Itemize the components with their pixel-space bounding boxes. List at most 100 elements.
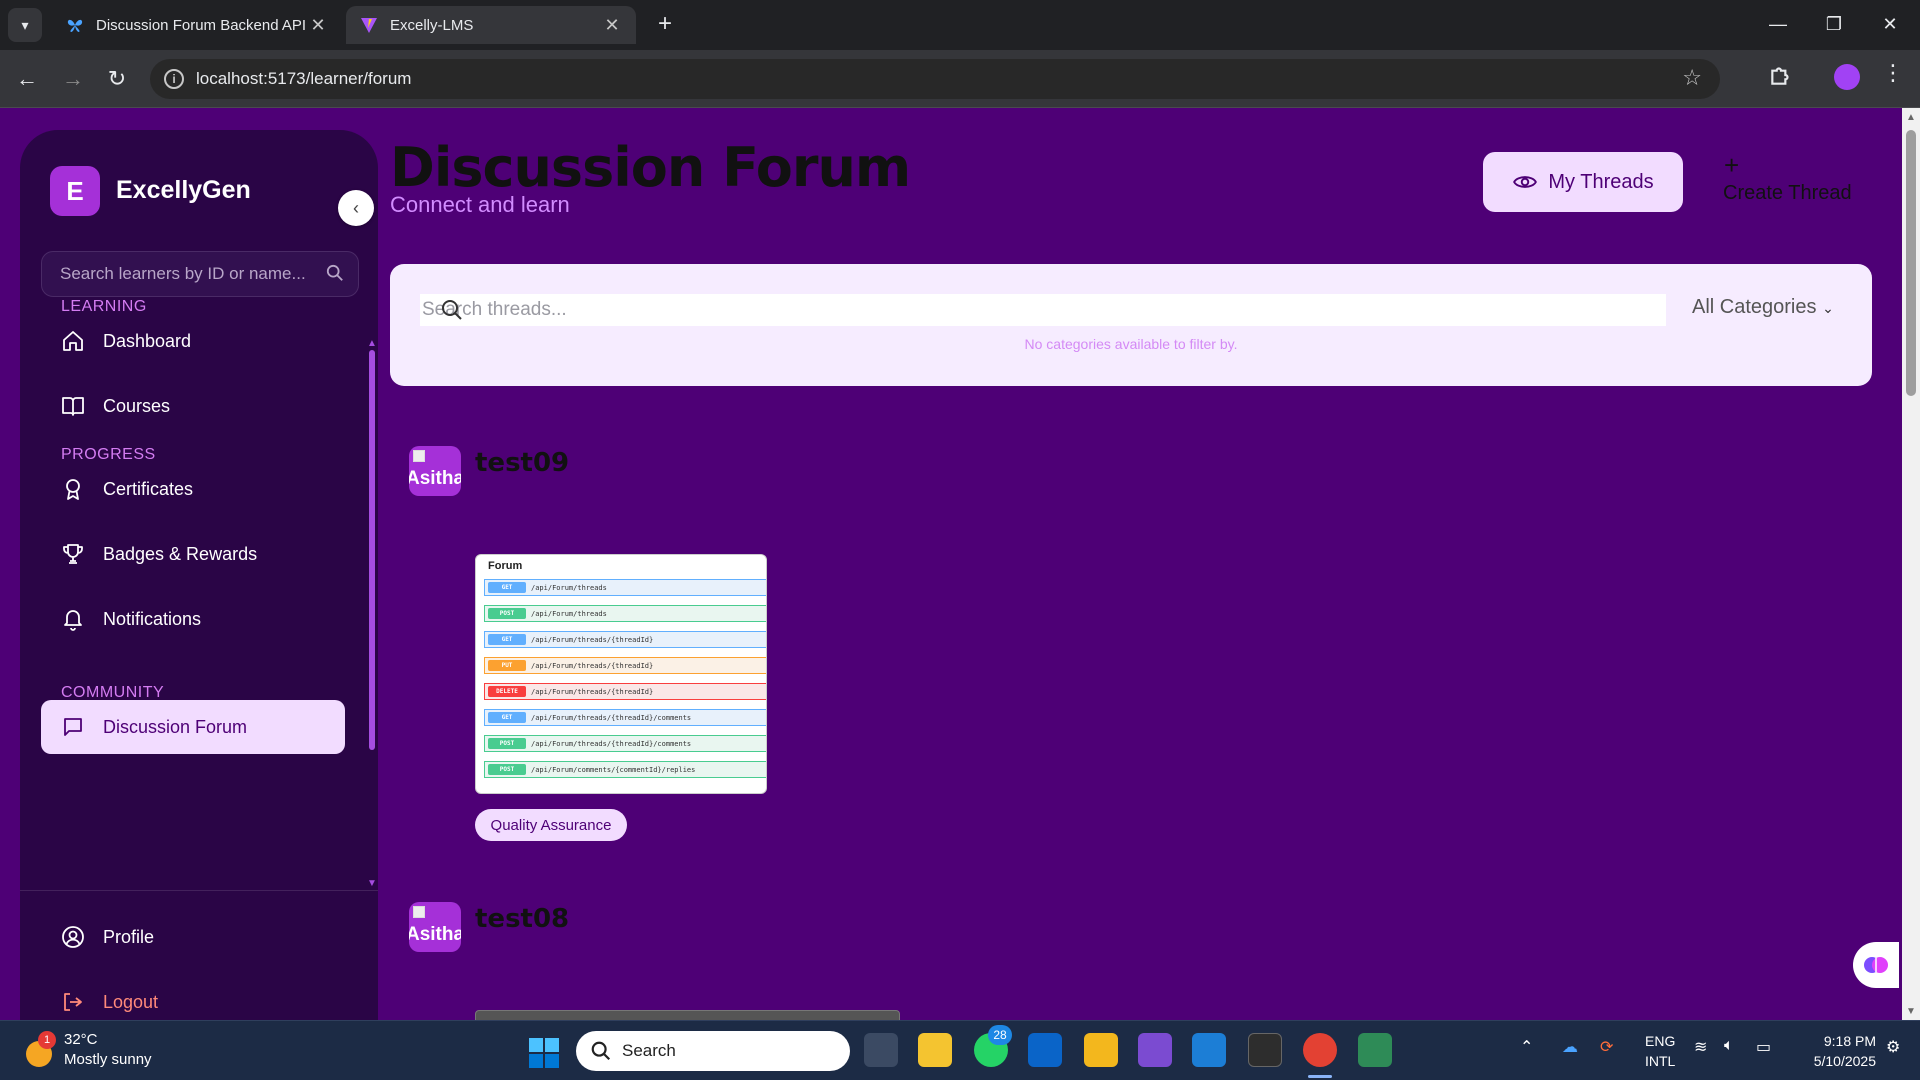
endpoint-row: GET /api/Forum/threads	[484, 579, 766, 596]
endpoint-method: GET	[488, 582, 526, 593]
sidebar-item-discussion-forum[interactable]: Discussion Forum	[41, 700, 345, 754]
tab-search-dropdown[interactable]: ▾	[8, 8, 42, 42]
clock[interactable]: 9:18 PM 5/10/2025	[1796, 1031, 1876, 1071]
sidebar-item-label: Logout	[103, 991, 159, 1012]
sync-icon[interactable]: ⟳	[1600, 1037, 1613, 1057]
avatar[interactable]: Asitha	[409, 902, 461, 952]
terminal-icon[interactable]	[1248, 1033, 1282, 1067]
file-explorer-icon[interactable]	[1084, 1033, 1118, 1067]
temperature: 32°C	[64, 1031, 98, 1048]
sidebar-item-logout[interactable]: Logout	[41, 975, 345, 1020]
close-tab-icon[interactable]: ✕	[308, 15, 328, 36]
weather-badge: 1	[38, 1031, 56, 1049]
ai-assistant-button[interactable]	[1853, 942, 1899, 988]
minimize-icon[interactable]: —	[1758, 6, 1798, 42]
vscode-icon[interactable]	[1192, 1033, 1226, 1067]
sidebar-item-badges[interactable]: Badges & Rewards	[41, 527, 345, 581]
my-threads-button[interactable]: My Threads	[1483, 152, 1683, 212]
scrollbar-thumb[interactable]	[1906, 130, 1916, 396]
windows-start-icon[interactable]	[528, 1037, 560, 1069]
thread-image[interactable]	[475, 1010, 900, 1020]
brain-icon	[1864, 957, 1888, 973]
sticky-notes-icon[interactable]	[918, 1033, 952, 1067]
back-icon[interactable]: ←	[10, 62, 44, 96]
scroll-up-icon[interactable]: ▲	[1906, 112, 1916, 123]
taskbar-search-label: Search	[622, 1041, 676, 1060]
endpoint-path: /api/Forum/threads/{threadId}	[531, 687, 654, 696]
thread-search-input[interactable]: Search threads...	[420, 294, 1666, 326]
close-tab-icon[interactable]: ✕	[602, 15, 622, 36]
eye-icon	[1513, 176, 1538, 188]
endpoint-path: /api/Forum/threads	[531, 583, 607, 592]
sidebar-item-notifications[interactable]: Notifications	[41, 592, 345, 646]
avatar[interactable]: Asitha	[409, 446, 461, 496]
page-content: E ExcellyGen Search learners by ID or na…	[0, 108, 1920, 1020]
whatsapp-badge: 28	[988, 1025, 1012, 1045]
sidebar-scroll-up-icon[interactable]: ▲	[367, 338, 377, 349]
notifications-icon[interactable]: ⚙	[1886, 1037, 1900, 1057]
search-icon	[591, 1041, 611, 1061]
sidebar-scrollbar[interactable]	[369, 350, 375, 750]
award-icon	[66, 479, 80, 500]
bookmark-star-icon[interactable]: ☆	[1682, 65, 1702, 91]
weather-condition: Mostly sunny	[64, 1051, 152, 1068]
vite-favicon-icon	[360, 16, 378, 34]
date: 5/10/2025	[1813, 1053, 1876, 1069]
outlook-icon[interactable]	[1028, 1033, 1062, 1067]
sidebar-item-label: Profile	[103, 926, 155, 947]
thread-author[interactable]: test09	[475, 448, 569, 478]
new-tab-button[interactable]: +	[650, 10, 680, 40]
time: 9:18 PM	[1823, 1033, 1876, 1049]
butterfly-favicon-icon	[66, 16, 84, 34]
message-square-icon	[64, 718, 82, 736]
tab-title: Excelly-LMS	[390, 16, 474, 34]
sidebar-scroll-down-icon[interactable]: ▼	[367, 878, 377, 889]
sidebar-item-profile[interactable]: Profile	[41, 910, 345, 964]
scroll-down-icon[interactable]: ▼	[1906, 1006, 1916, 1017]
task-view-icon[interactable]	[864, 1033, 898, 1067]
thread-author[interactable]: test08	[475, 904, 569, 934]
create-thread-button[interactable]: Create Thread	[1723, 182, 1852, 205]
restore-icon[interactable]: ❐	[1814, 6, 1854, 42]
weather-widget[interactable]: 1	[24, 1031, 60, 1067]
broken-image-icon	[413, 906, 425, 918]
endpoint-path: /api/Forum/threads/{threadId}	[531, 661, 654, 670]
category-select[interactable]: All Categories ⌄	[1692, 296, 1834, 319]
chrome-icon[interactable]	[1303, 1033, 1337, 1067]
learner-search-input[interactable]: Search learners by ID or name...	[41, 251, 359, 297]
tab-excelly-lms[interactable]: Excelly-LMS ✕	[346, 6, 636, 44]
volume-icon[interactable]: 🔈︎	[1724, 1037, 1734, 1055]
battery-icon[interactable]: ▭	[1756, 1037, 1771, 1057]
extensions-icon[interactable]	[1768, 62, 1796, 90]
sidebar-item-dashboard[interactable]: Dashboard	[41, 314, 345, 368]
thread-image[interactable]: Forum GET /api/Forum/threads POST /api/F…	[475, 554, 767, 794]
browser-profile-avatar[interactable]	[1834, 64, 1860, 90]
plus-icon[interactable]: +	[1724, 150, 1739, 181]
taskbar: 1 32°C Mostly sunny Search 28 ⌃ ☁ ⟳ ENG …	[0, 1020, 1920, 1080]
language-indicator[interactable]: ENG INTL	[1645, 1031, 1675, 1071]
page-scrollbar[interactable]: ▲ ▼	[1902, 108, 1920, 1020]
endpoint-method: POST	[488, 608, 526, 619]
tab-discussion-forum-api[interactable]: Discussion Forum Backend API | ✕	[52, 6, 342, 44]
endpoint-path: /api/Forum/threads/{threadId}/comments	[531, 739, 692, 748]
endpoint-path: /api/Forum/threads/{threadId}/comments	[531, 713, 692, 722]
reload-icon[interactable]: ↻	[100, 62, 134, 96]
site-info-icon[interactable]: i	[164, 69, 184, 89]
taskbar-search[interactable]: Search	[576, 1031, 850, 1071]
sidebar-item-certificates[interactable]: Certificates	[41, 462, 345, 516]
forward-icon[interactable]: →	[56, 62, 90, 96]
wifi-icon[interactable]: ≋	[1694, 1037, 1707, 1057]
close-window-icon[interactable]: ✕	[1870, 6, 1910, 42]
sidebar-item-courses[interactable]: Courses	[41, 379, 345, 433]
collapse-sidebar-button[interactable]: ‹	[338, 190, 374, 226]
logout-icon	[64, 993, 82, 1011]
browser-menu-icon[interactable]: ⋮	[1882, 60, 1904, 86]
category-tag[interactable]: Quality Assurance	[475, 809, 627, 841]
onedrive-icon[interactable]: ☁	[1562, 1037, 1578, 1057]
visual-studio-icon[interactable]	[1138, 1033, 1172, 1067]
snipping-tool-icon[interactable]	[1358, 1033, 1392, 1067]
endpoint-path: /api/Forum/comments/{commentId}/replies	[531, 765, 696, 774]
address-bar[interactable]: i localhost:5173/learner/forum ☆	[150, 59, 1720, 99]
sidebar-item-label: Courses	[103, 395, 171, 416]
show-hidden-icons-icon[interactable]: ⌃	[1520, 1037, 1533, 1057]
